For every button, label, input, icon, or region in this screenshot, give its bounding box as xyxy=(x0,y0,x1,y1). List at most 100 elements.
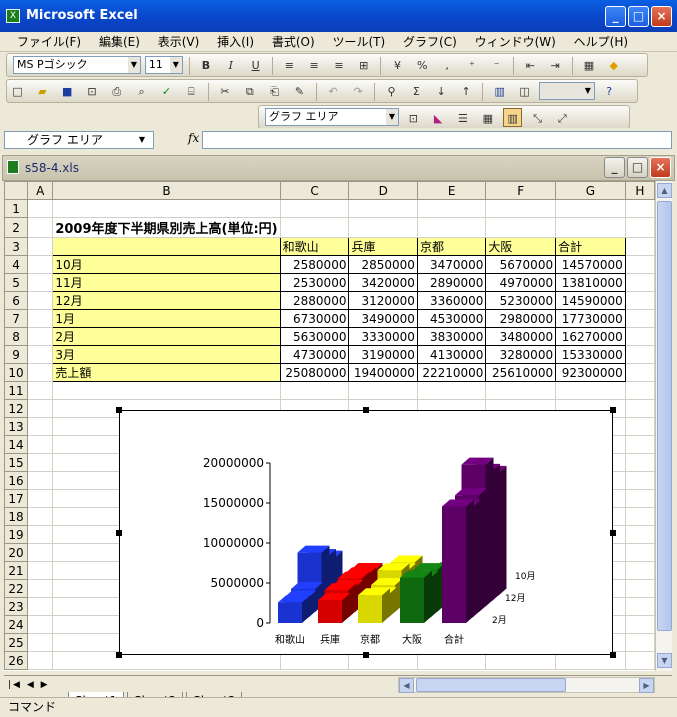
new-icon[interactable]: □ xyxy=(8,82,27,101)
next-sheet-icon[interactable]: ▶ xyxy=(41,680,50,690)
increase-indent-icon[interactable]: ⇥ xyxy=(546,56,565,75)
data-cell[interactable]: 16270000 xyxy=(555,327,626,346)
row-header[interactable]: 4 xyxy=(4,255,29,274)
row-header[interactable]: 14 xyxy=(4,435,29,454)
name-box[interactable]: グラフ エリア ▼ xyxy=(4,131,154,149)
research-icon[interactable]: ⌸ xyxy=(182,82,201,101)
row-header[interactable]: 11 xyxy=(4,381,29,400)
cell[interactable] xyxy=(348,199,418,218)
menu-window[interactable]: ウィンドウ(W) xyxy=(468,32,563,52)
row-header[interactable]: 26 xyxy=(4,651,29,670)
wb-close-button[interactable]: × xyxy=(650,157,671,178)
header-cell[interactable]: 兵庫 xyxy=(348,237,418,256)
data-cell[interactable]: 2850000 xyxy=(348,255,418,274)
cell[interactable] xyxy=(624,309,655,328)
decrease-indent-icon[interactable]: ⇤ xyxy=(521,56,540,75)
row-header[interactable]: 12 xyxy=(4,399,29,418)
cell[interactable] xyxy=(624,327,655,346)
cell[interactable] xyxy=(27,651,54,670)
row-header[interactable]: 20 xyxy=(4,543,29,562)
cell[interactable] xyxy=(624,579,655,598)
comma-icon[interactable]: , xyxy=(438,56,457,75)
row-header[interactable]: 9 xyxy=(4,345,29,364)
cell[interactable] xyxy=(416,217,487,238)
data-cell[interactable]: 2980000 xyxy=(485,309,557,328)
formula-input[interactable] xyxy=(202,131,672,149)
bold-button[interactable]: B xyxy=(196,56,215,75)
cell[interactable] xyxy=(416,381,487,400)
close-button[interactable]: × xyxy=(651,6,672,27)
copy-icon[interactable]: ⧉ xyxy=(240,82,259,101)
row-header[interactable]: 5 xyxy=(4,273,29,292)
cell[interactable] xyxy=(27,273,54,292)
chart-wizard-icon[interactable]: ▥ xyxy=(490,82,509,101)
data-cell[interactable]: 3470000 xyxy=(416,255,487,274)
currency-icon[interactable]: ¥ xyxy=(388,56,407,75)
cell[interactable] xyxy=(624,199,655,218)
total-cell[interactable]: 19400000 xyxy=(348,363,418,382)
horizontal-scrollbar[interactable]: ◀ ▶ xyxy=(398,677,655,693)
cell[interactable] xyxy=(624,507,655,526)
align-left-icon[interactable]: ≡ xyxy=(280,56,299,75)
cell[interactable] xyxy=(624,399,655,418)
data-cell[interactable]: 2530000 xyxy=(279,273,350,292)
data-cell[interactable]: 6730000 xyxy=(279,309,350,328)
undo-icon[interactable]: ↶ xyxy=(324,82,343,101)
data-cell[interactable]: 2880000 xyxy=(279,291,350,310)
row-header[interactable]: 19 xyxy=(4,525,29,544)
data-cell[interactable]: 17730000 xyxy=(555,309,626,328)
row-header[interactable]: 23 xyxy=(4,597,29,616)
total-cell[interactable]: 92300000 xyxy=(555,363,626,382)
total-cell[interactable]: 売上額 xyxy=(52,363,281,382)
percent-icon[interactable]: % xyxy=(413,56,432,75)
cell[interactable] xyxy=(624,435,655,454)
cell[interactable] xyxy=(624,273,655,292)
paste-icon[interactable]: ⎗ xyxy=(265,82,284,101)
data-cell[interactable]: 11月 xyxy=(52,273,281,292)
cell[interactable] xyxy=(624,255,655,274)
cell[interactable] xyxy=(624,543,655,562)
row-header[interactable]: 25 xyxy=(4,633,29,652)
permission-icon[interactable]: ⊡ xyxy=(82,82,101,101)
chevron-down-icon[interactable]: ▼ xyxy=(581,83,594,99)
cell[interactable] xyxy=(27,309,54,328)
hyperlink-icon[interactable]: ⚲ xyxy=(382,82,401,101)
header-cell[interactable]: 和歌山 xyxy=(279,237,350,256)
row-header[interactable]: 21 xyxy=(4,561,29,580)
cell[interactable] xyxy=(27,435,54,454)
cell[interactable] xyxy=(27,597,54,616)
prev-sheet-icon[interactable]: ◀ xyxy=(27,680,36,690)
resize-handle[interactable] xyxy=(116,652,122,658)
data-cell[interactable]: 3830000 xyxy=(416,327,487,346)
sort-desc-icon[interactable]: ↑ xyxy=(457,82,476,101)
cell[interactable] xyxy=(624,525,655,544)
resize-handle[interactable] xyxy=(610,407,616,413)
cell[interactable] xyxy=(27,363,54,382)
menu-help[interactable]: ヘルプ(H) xyxy=(567,32,635,52)
cell[interactable] xyxy=(624,345,655,364)
italic-button[interactable]: I xyxy=(221,56,240,75)
format-chart-area-icon[interactable]: ⊡ xyxy=(404,109,423,128)
open-icon[interactable]: ▰ xyxy=(33,82,52,101)
resize-handle[interactable] xyxy=(363,407,369,413)
resize-handle[interactable] xyxy=(116,407,122,413)
data-cell[interactable]: 3480000 xyxy=(485,327,557,346)
cell[interactable] xyxy=(555,217,626,238)
by-column-icon[interactable]: ▥ xyxy=(503,108,523,127)
header-cell[interactable] xyxy=(52,237,281,256)
help-icon[interactable]: ? xyxy=(600,82,619,101)
cell[interactable] xyxy=(27,327,54,346)
cell[interactable] xyxy=(624,471,655,490)
scroll-thumb[interactable] xyxy=(657,201,672,631)
angle-text-down-icon[interactable]: ⤡ xyxy=(528,109,547,128)
menu-view[interactable]: 表示(V) xyxy=(151,32,207,52)
merge-center-icon[interactable]: ⊞ xyxy=(354,56,373,75)
row-header[interactable]: 18 xyxy=(4,507,29,526)
wb-maximize-button[interactable]: □ xyxy=(627,157,648,178)
row-header[interactable]: 3 xyxy=(4,237,29,256)
cell[interactable] xyxy=(27,217,54,238)
data-cell[interactable]: 3360000 xyxy=(416,291,487,310)
function-icon[interactable]: fx xyxy=(188,131,199,145)
borders-icon[interactable]: ▦ xyxy=(579,56,598,75)
cell[interactable] xyxy=(27,633,54,652)
